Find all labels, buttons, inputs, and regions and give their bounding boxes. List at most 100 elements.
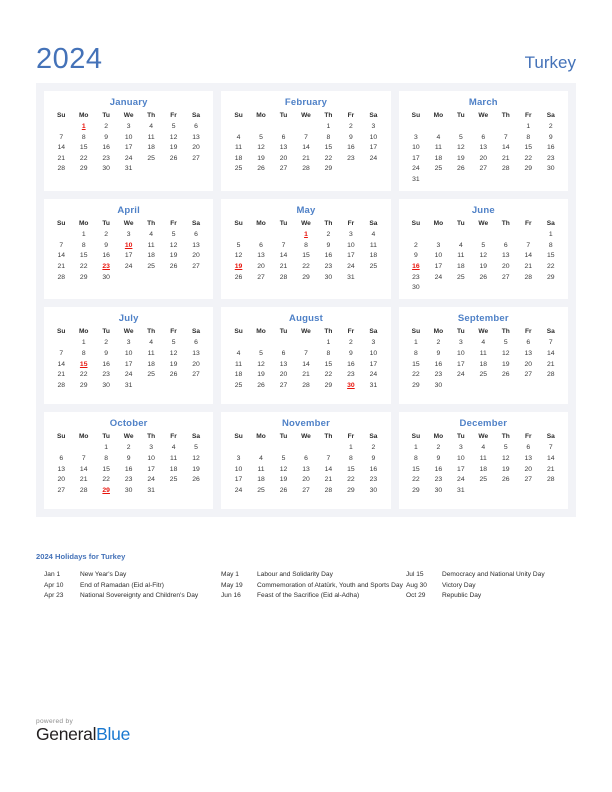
day-cell[interactable]: 3	[450, 338, 472, 349]
day-cell[interactable]: 25	[250, 485, 272, 496]
day-cell[interactable]: 13	[272, 359, 294, 370]
day-cell[interactable]: 15	[317, 359, 339, 370]
day-cell[interactable]: 16	[317, 251, 339, 262]
day-cell[interactable]: 28	[50, 164, 72, 175]
day-cell[interactable]: 3	[117, 121, 139, 132]
day-cell[interactable]: 1	[317, 338, 339, 349]
day-cell[interactable]: 23	[340, 370, 362, 381]
day-cell[interactable]: 9	[117, 453, 139, 464]
day-cell[interactable]: 6	[495, 240, 517, 251]
day-cell[interactable]: 29	[317, 380, 339, 391]
day-cell[interactable]: 8	[72, 240, 94, 251]
day-cell[interactable]: 27	[517, 370, 539, 381]
day-cell[interactable]: 10	[227, 464, 249, 475]
day-cell[interactable]: 21	[317, 475, 339, 486]
day-cell[interactable]: 24	[450, 475, 472, 486]
day-cell[interactable]: 14	[72, 464, 94, 475]
day-cell[interactable]: 16	[539, 143, 562, 154]
day-cell[interactable]: 3	[427, 240, 449, 251]
day-cell[interactable]: 11	[250, 464, 272, 475]
day-cell[interactable]: 28	[295, 380, 317, 391]
day-cell[interactable]: 10	[362, 132, 385, 143]
day-cell[interactable]: 22	[317, 370, 339, 381]
day-cell[interactable]: 21	[272, 261, 294, 272]
day-cell[interactable]: 29	[539, 272, 562, 283]
day-cell[interactable]: 28	[317, 485, 339, 496]
day-cell[interactable]: 18	[227, 370, 249, 381]
day-cell[interactable]: 26	[250, 164, 272, 175]
day-cell[interactable]: 19	[162, 251, 184, 262]
day-cell[interactable]: 11	[140, 240, 162, 251]
day-cell[interactable]: 1	[72, 229, 94, 240]
day-cell[interactable]: 17	[450, 359, 472, 370]
day-cell[interactable]: 6	[295, 453, 317, 464]
day-cell[interactable]: 12	[185, 453, 208, 464]
day-cell[interactable]: 23	[340, 153, 362, 164]
day-cell[interactable]: 20	[495, 261, 517, 272]
day-cell[interactable]: 30	[95, 164, 117, 175]
day-cell[interactable]: 2	[362, 443, 385, 454]
day-cell[interactable]: 22	[405, 370, 427, 381]
day-cell[interactable]: 27	[495, 272, 517, 283]
day-cell[interactable]: 27	[517, 475, 539, 486]
month-card-july[interactable]: July Su Mo Tu We Th Fr Sa 1 2 3 4 5 6 7 8 9 10 11 12 13 14 15 1…	[44, 307, 214, 405]
day-cell[interactable]: 22	[72, 370, 94, 381]
day-cell[interactable]: 27	[472, 164, 494, 175]
day-cell[interactable]: 27	[185, 261, 208, 272]
day-cell[interactable]: 2	[317, 229, 339, 240]
day-cell[interactable]: 24	[227, 485, 249, 496]
day-cell[interactable]: 24	[117, 261, 139, 272]
day-cell[interactable]: 9	[95, 240, 117, 251]
day-cell[interactable]: 9	[362, 453, 385, 464]
day-cell[interactable]: 26	[495, 370, 517, 381]
day-cell[interactable]: 19	[272, 475, 294, 486]
day-cell[interactable]: 20	[517, 359, 539, 370]
day-cell[interactable]: 31	[362, 380, 385, 391]
day-cell[interactable]: 1	[517, 121, 539, 132]
day-cell[interactable]: 9	[427, 348, 449, 359]
day-cell[interactable]: 8	[405, 453, 427, 464]
day-cell[interactable]: 7	[539, 443, 562, 454]
day-cell[interactable]: 28	[50, 380, 72, 391]
day-cell[interactable]: 17	[340, 251, 362, 262]
day-cell[interactable]: 19	[450, 153, 472, 164]
day-cell[interactable]: 12	[250, 359, 272, 370]
day-cell[interactable]: 14	[50, 251, 72, 262]
day-cell[interactable]: 5	[495, 338, 517, 349]
day-cell[interactable]: 6	[185, 338, 208, 349]
day-cell[interactable]: 26	[185, 475, 208, 486]
day-cell[interactable]: 9	[340, 348, 362, 359]
day-cell[interactable]: 21	[295, 370, 317, 381]
day-cell[interactable]: 8	[317, 132, 339, 143]
day-cell[interactable]: 17	[227, 475, 249, 486]
day-cell[interactable]: 27	[185, 153, 208, 164]
month-card-june[interactable]: June Su Mo Tu We Th Fr Sa 1 2 3 4 5 6 7 8 9 10 11 12 13 14 15 1…	[398, 199, 568, 300]
day-cell[interactable]: 14	[495, 143, 517, 154]
day-cell[interactable]: 16	[362, 464, 385, 475]
day-cell[interactable]: 26	[162, 153, 184, 164]
day-cell[interactable]: 13	[185, 348, 208, 359]
month-card-november[interactable]: November Su Mo Tu We Th Fr Sa 1 2 3 4 5 6 7 8 9 10 11 12 13 1…	[221, 412, 391, 510]
day-cell[interactable]: 28	[50, 272, 72, 283]
day-cell[interactable]: 2	[340, 338, 362, 349]
day-cell[interactable]: 12	[162, 132, 184, 143]
day-cell[interactable]: 3	[362, 338, 385, 349]
day-cell[interactable]: 4	[362, 229, 385, 240]
day-cell[interactable]: 14	[517, 251, 539, 262]
day-cell[interactable]: 23	[362, 475, 385, 486]
day-cell[interactable]: 3	[362, 121, 385, 132]
day-cell[interactable]: 19	[250, 153, 272, 164]
day-cell[interactable]: 1	[72, 338, 94, 349]
day-cell[interactable]: 21	[50, 370, 72, 381]
day-cell[interactable]: 23	[405, 272, 427, 283]
day-cell[interactable]: 20	[185, 359, 208, 370]
day-cell[interactable]: 9	[405, 251, 427, 262]
month-card-august[interactable]: August Su Mo Tu We Th Fr Sa 1 2 3 4 5 6 7 8 9 10 11 12 13 14 1…	[221, 307, 391, 405]
day-cell[interactable]: 8	[539, 240, 562, 251]
day-cell[interactable]: 28	[539, 370, 562, 381]
day-cell[interactable]: 14	[539, 453, 562, 464]
day-cell[interactable]: 7	[72, 453, 94, 464]
day-cell[interactable]: 6	[185, 121, 208, 132]
day-cell[interactable]: 18	[472, 464, 494, 475]
day-cell[interactable]: 19	[495, 464, 517, 475]
